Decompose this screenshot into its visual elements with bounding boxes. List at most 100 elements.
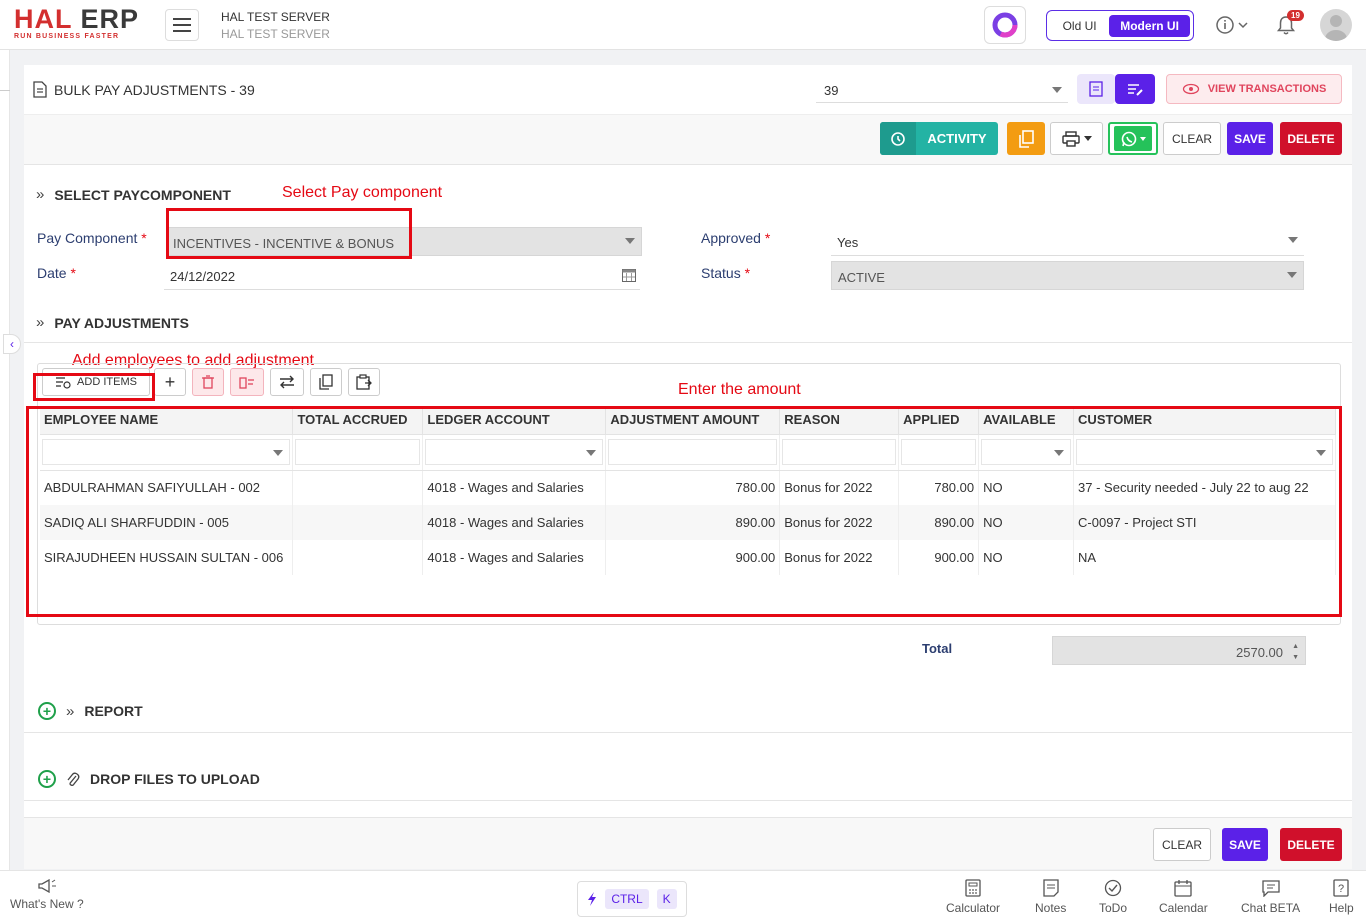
section-title: SELECT PAYCOMPONENT	[54, 186, 231, 203]
old-ui-option[interactable]: Old UI	[1050, 19, 1109, 33]
approved-value: Yes	[837, 235, 859, 250]
section-report[interactable]: + » REPORT	[38, 702, 143, 720]
annotation-box-pay-component	[166, 208, 412, 259]
pay-component-label: Pay Component *	[37, 230, 147, 246]
ai-assistant-button[interactable]	[984, 6, 1026, 44]
expand-plus-icon[interactable]: +	[38, 702, 56, 720]
notes-label: Notes	[1035, 901, 1067, 915]
paperclip-icon	[67, 772, 80, 786]
logo-accent: ERP	[80, 4, 140, 34]
total-field[interactable]: 2570.00 ▲ ▼	[1052, 636, 1306, 665]
view-transactions-button[interactable]: VIEW TRANSACTIONS	[1166, 74, 1342, 104]
approved-label: Approved *	[701, 230, 771, 246]
edit-view-button[interactable]	[1115, 74, 1155, 104]
lightning-icon	[588, 892, 597, 906]
annotation-box-add-items	[33, 373, 155, 401]
menu-button[interactable]	[165, 9, 199, 41]
delete-all-button[interactable]	[230, 368, 264, 396]
chevron-down-icon	[1139, 136, 1146, 141]
plus-icon: +	[164, 371, 176, 392]
ctrl-key: CTRL	[605, 889, 649, 909]
page-title-text: BULK PAY ADJUSTMENTS - 39	[54, 81, 255, 98]
clear-button[interactable]: CLEAR	[1163, 122, 1221, 155]
copy-button[interactable]	[1007, 122, 1045, 155]
delete-list-icon	[239, 377, 254, 389]
section-drop-files[interactable]: + DROP FILES TO UPLOAD	[38, 770, 260, 788]
view-transactions-label: VIEW TRANSACTIONS	[1207, 83, 1327, 95]
notes-button[interactable]: Notes	[1035, 879, 1066, 915]
megaphone-icon	[38, 879, 56, 893]
calculator-icon	[965, 879, 981, 897]
avatar[interactable]	[1320, 9, 1352, 41]
delete-row-button[interactable]	[192, 368, 224, 396]
date-field[interactable]: 24/12/2022	[164, 261, 640, 290]
chat-button[interactable]: Chat BETA	[1241, 879, 1300, 915]
save-button-bottom[interactable]: SAVE	[1222, 828, 1268, 861]
double-chevron-icon: »	[36, 186, 45, 203]
expand-plus-icon[interactable]: +	[38, 770, 56, 788]
document-icon	[33, 81, 47, 98]
eye-icon	[1182, 83, 1199, 95]
activity-button[interactable]: ACTIVITY	[880, 122, 998, 155]
chat-label: Chat BETA	[1241, 901, 1301, 915]
document-selector-value: 39	[824, 83, 839, 98]
calendar-button[interactable]: Calendar	[1159, 879, 1208, 915]
double-chevron-icon: »	[36, 314, 45, 331]
help-button[interactable]: ? Help	[1329, 879, 1354, 915]
chevron-down-icon	[625, 238, 635, 244]
ui-toggle[interactable]: Old UI Modern UI	[1046, 10, 1194, 41]
spinner-icon[interactable]: ▲ ▼	[1292, 641, 1299, 663]
whatsapp-button[interactable]	[1108, 122, 1158, 155]
document-selector[interactable]: 39	[816, 77, 1068, 103]
document-header: BULK PAY ADJUSTMENTS - 39 39 VIEW TRANSA…	[24, 65, 1352, 115]
modern-ui-option[interactable]: Modern UI	[1109, 14, 1190, 37]
chevron-left-icon: ‹	[10, 337, 14, 351]
section-title: DROP FILES TO UPLOAD	[90, 771, 260, 787]
ai-logo-icon	[992, 12, 1018, 38]
logo-tagline: RUN BUSINESS FASTER	[14, 33, 120, 40]
calculator-label: Calculator	[946, 901, 1001, 915]
todo-button[interactable]: ToDo	[1099, 879, 1127, 915]
paste-rows-button[interactable]	[348, 368, 380, 396]
command-palette-button[interactable]: CTRL K	[577, 881, 687, 917]
swap-button[interactable]	[270, 368, 304, 396]
section-pay-adjustments[interactable]: » PAY ADJUSTMENTS	[36, 314, 189, 331]
total-value: 2570.00	[1236, 645, 1283, 660]
whats-new-button[interactable]: What's New ?	[10, 879, 84, 911]
chevron-down-icon	[1052, 87, 1062, 93]
page-title: BULK PAY ADJUSTMENTS - 39	[32, 81, 255, 98]
section-title: PAY ADJUSTMENTS	[54, 314, 189, 331]
calendar-icon	[1174, 880, 1192, 897]
section-select-paycomponent[interactable]: » SELECT PAYCOMPONENT	[36, 186, 231, 203]
check-circle-icon	[1104, 879, 1122, 897]
copy-icon	[1019, 129, 1034, 148]
edit-list-icon	[1128, 84, 1143, 96]
status-select[interactable]: ACTIVE	[831, 261, 1304, 290]
print-button[interactable]	[1050, 122, 1103, 155]
divider	[24, 342, 1352, 343]
copy-rows-button[interactable]	[310, 368, 342, 396]
hamburger-icon	[173, 18, 191, 32]
clear-button-bottom[interactable]: CLEAR	[1153, 828, 1211, 861]
calendar-icon	[622, 269, 636, 282]
date-value: 24/12/2022	[170, 269, 236, 284]
paste-icon	[356, 374, 372, 390]
whatsapp-icon	[1121, 131, 1136, 146]
add-row-button[interactable]: +	[154, 368, 186, 396]
save-button[interactable]: SAVE	[1227, 122, 1273, 155]
annotation-box-grid	[26, 406, 1342, 617]
chevron-down-icon	[1083, 136, 1092, 141]
form-view-button[interactable]	[1077, 74, 1115, 104]
info-menu[interactable]	[1214, 14, 1248, 39]
calculator-button[interactable]: Calculator	[946, 879, 1000, 915]
sidebar-toggle[interactable]: ‹	[3, 334, 21, 354]
divider	[24, 732, 1352, 733]
approved-select[interactable]: Yes	[831, 227, 1304, 256]
delete-button[interactable]: DELETE	[1280, 122, 1342, 155]
copy-icon	[319, 374, 333, 390]
delete-button-bottom[interactable]: DELETE	[1280, 828, 1342, 861]
todo-label: ToDo	[1099, 901, 1128, 915]
app-logo[interactable]: HAL ERP RUN BUSINESS FASTER	[14, 6, 149, 44]
help-icon: ?	[1333, 879, 1349, 897]
left-sidebar-strip	[0, 50, 10, 870]
